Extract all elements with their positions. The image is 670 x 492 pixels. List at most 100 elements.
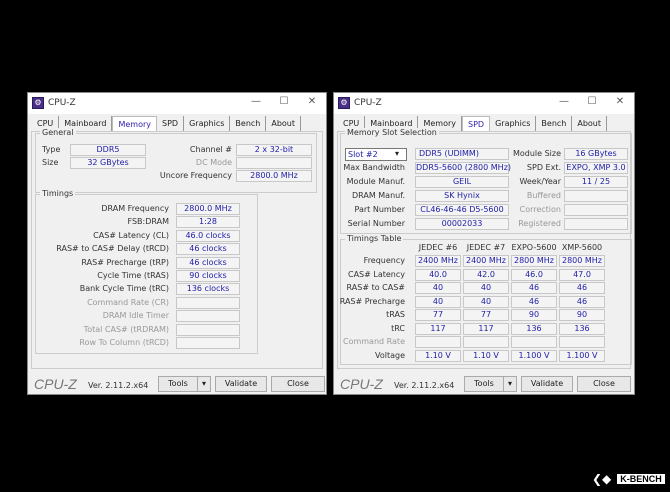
slot-dropdown-icon[interactable]: ▾: [395, 149, 399, 158]
timing-cell: 117: [463, 322, 509, 335]
timing-label: DRAM Idle Timer: [102, 311, 169, 321]
kbench-logo: ❮◆ K-BENCH: [592, 472, 665, 486]
close-window-button[interactable]: ✕: [612, 96, 628, 110]
timing-cell: 90: [559, 309, 605, 321]
timing-cell: 2800 MHz: [559, 255, 605, 267]
cpuz-logo: CPU-Z: [340, 376, 383, 392]
tab-bench[interactable]: Bench: [230, 116, 267, 132]
timing-cell: 2400 MHz: [415, 255, 461, 267]
tools-button[interactable]: Tools: [158, 376, 198, 392]
row-label: tRAS: [386, 310, 405, 319]
tools-dropdown-button[interactable]: ▾: [503, 376, 517, 392]
dc-mode-value: [236, 157, 312, 169]
tab-memory[interactable]: Memory: [112, 116, 158, 132]
title-bar: ⚙ CPU-Z — ☐ ✕: [334, 93, 634, 114]
tools-button[interactable]: Tools: [464, 376, 504, 392]
window-title: CPU-Z: [354, 98, 382, 108]
uncore-frequency-label: Uncore Frequency: [159, 171, 232, 180]
slot-info-label: Registered: [518, 219, 561, 228]
timing-cell: 40.0: [415, 268, 461, 281]
timing-label: CAS# Latency (CL): [93, 230, 169, 240]
close-window-button[interactable]: ✕: [304, 96, 320, 110]
cpuz-window-memory: ⚙ CPU-Z — ☐ ✕ CPU Mainboard Memory SPD Graphics Be…: [27, 92, 327, 395]
timing-cell: 1.100 V: [511, 349, 557, 362]
timing-label: DRAM Frequency: [101, 204, 169, 213]
validate-button[interactable]: Validate: [215, 376, 267, 392]
slot-info-value: GEIL: [415, 176, 509, 188]
module-type-value: DDR5 (UDIMM): [415, 148, 509, 160]
row-label: Command Rate: [342, 337, 405, 346]
timing-cell: 46: [511, 282, 557, 294]
timing-cell: 46: [559, 295, 605, 308]
dc-mode-label: DC Mode: [195, 158, 232, 167]
validate-button[interactable]: Validate: [521, 376, 573, 392]
row-label: tRC: [391, 323, 405, 333]
slot-info-label: Correction: [519, 205, 561, 214]
close-button[interactable]: Close: [271, 376, 325, 392]
slot-info-label: Max Bandwidth: [343, 163, 405, 172]
timing-cell: 46.0: [511, 268, 557, 281]
uncore-frequency-value: 2800.0 MHz: [236, 170, 312, 182]
tab-graphics[interactable]: Graphics: [184, 116, 231, 132]
timing-cell: 40: [415, 282, 461, 294]
cpuz-logo: CPU-Z: [34, 376, 77, 392]
slot-info-value: 16 GBytes: [564, 148, 628, 160]
slot-info-value: [564, 218, 628, 230]
timing-cell: 40: [415, 295, 461, 308]
timing-cell: [463, 336, 509, 348]
version-label: Ver. 2.11.2.x64: [88, 381, 149, 390]
timing-value: 1:28: [176, 216, 240, 229]
slot-info-label: Week/Year: [519, 177, 561, 186]
column-header: XMP-5600: [561, 243, 603, 252]
kbench-mark-icon: ❮◆: [592, 472, 612, 486]
tab-about[interactable]: About: [572, 116, 608, 132]
slot-info-label: Part Number: [354, 205, 405, 214]
minimize-button[interactable]: —: [248, 96, 264, 110]
close-button[interactable]: Close: [577, 376, 631, 392]
timing-value: 46.0 clocks: [176, 229, 240, 242]
version-label: Ver. 2.11.2.x64: [394, 381, 455, 390]
slot-info-label: Module Size: [512, 149, 561, 158]
timing-label: Command Rate (CR): [87, 297, 169, 307]
slot-info-label: Serial Number: [347, 219, 405, 228]
timing-label: Cycle Time (tRAS): [97, 271, 169, 280]
timing-cell: [415, 336, 461, 348]
timing-cell: 117: [415, 322, 461, 335]
timing-cell: [511, 336, 557, 348]
slot-info-value: 11 / 25: [564, 176, 628, 188]
tab-graphics[interactable]: Graphics: [490, 116, 537, 132]
tab-panel: General Type DDR5 Size 32 GBytes Channel # 2 x…: [31, 128, 323, 369]
cpuz-window-spd: ⚙ CPU-Z — ☐ ✕ CPU Mainboard Memory SPD Graphics Be…: [333, 92, 635, 395]
channel-value: 2 x 32-bit: [236, 144, 312, 156]
minimize-button[interactable]: —: [556, 96, 572, 110]
timings-table-group: Timings Table JEDEC #6 JEDEC #7 EXPO-5600 XM…: [340, 234, 632, 365]
tab-about[interactable]: About: [266, 116, 302, 132]
timing-cell: 1.10 V: [463, 349, 509, 362]
column-header: JEDEC #6: [418, 243, 458, 252]
timing-cell: 136: [559, 322, 605, 335]
timing-label: Total CAS# (tRDRAM): [83, 324, 169, 334]
timing-value: [176, 323, 240, 336]
timing-cell: 1.10 V: [415, 349, 461, 362]
maximize-button[interactable]: ☐: [584, 96, 600, 110]
row-label: Frequency: [363, 256, 405, 265]
tab-bench[interactable]: Bench: [536, 116, 573, 132]
tab-spd[interactable]: SPD: [157, 116, 185, 132]
tools-dropdown-button[interactable]: ▾: [197, 376, 211, 392]
footer-bar: CPU-Z Ver. 2.11.2.x64 Tools ▾ Validate Close: [334, 373, 634, 395]
timings-title: Timings: [40, 189, 76, 198]
timing-label: RAS# Precharge (tRP): [81, 257, 169, 267]
slot-info-label: Buffered: [526, 191, 561, 200]
column-header: JEDEC #7: [466, 243, 506, 252]
memory-slot-group: Memory Slot Selection Slot #2 ▾ DDR5 (UDIMM…: [340, 128, 632, 234]
timing-cell: 1.100 V: [559, 349, 605, 362]
timing-cell: 47.0: [559, 268, 605, 281]
slot-info-value: 00002033: [415, 218, 509, 230]
timing-cell: 77: [415, 309, 461, 321]
timings-group: Timings DRAM Frequency 2800.0 MHz FSB:DRAM 1…: [35, 189, 258, 354]
tab-spd[interactable]: SPD: [462, 116, 491, 132]
slot-info-value: [564, 190, 628, 202]
timing-label: Row To Column (tRCD): [79, 338, 169, 347]
maximize-button[interactable]: ☐: [276, 96, 292, 110]
timing-value: 46 clocks: [176, 243, 240, 256]
